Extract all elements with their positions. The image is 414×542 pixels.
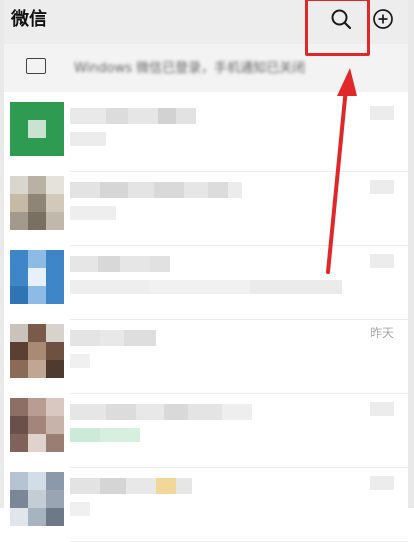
avatar-pixel — [46, 508, 64, 526]
avatar-pixel — [10, 508, 28, 526]
annotation-arrow — [326, 68, 357, 274]
avatar-pixel — [28, 508, 46, 526]
